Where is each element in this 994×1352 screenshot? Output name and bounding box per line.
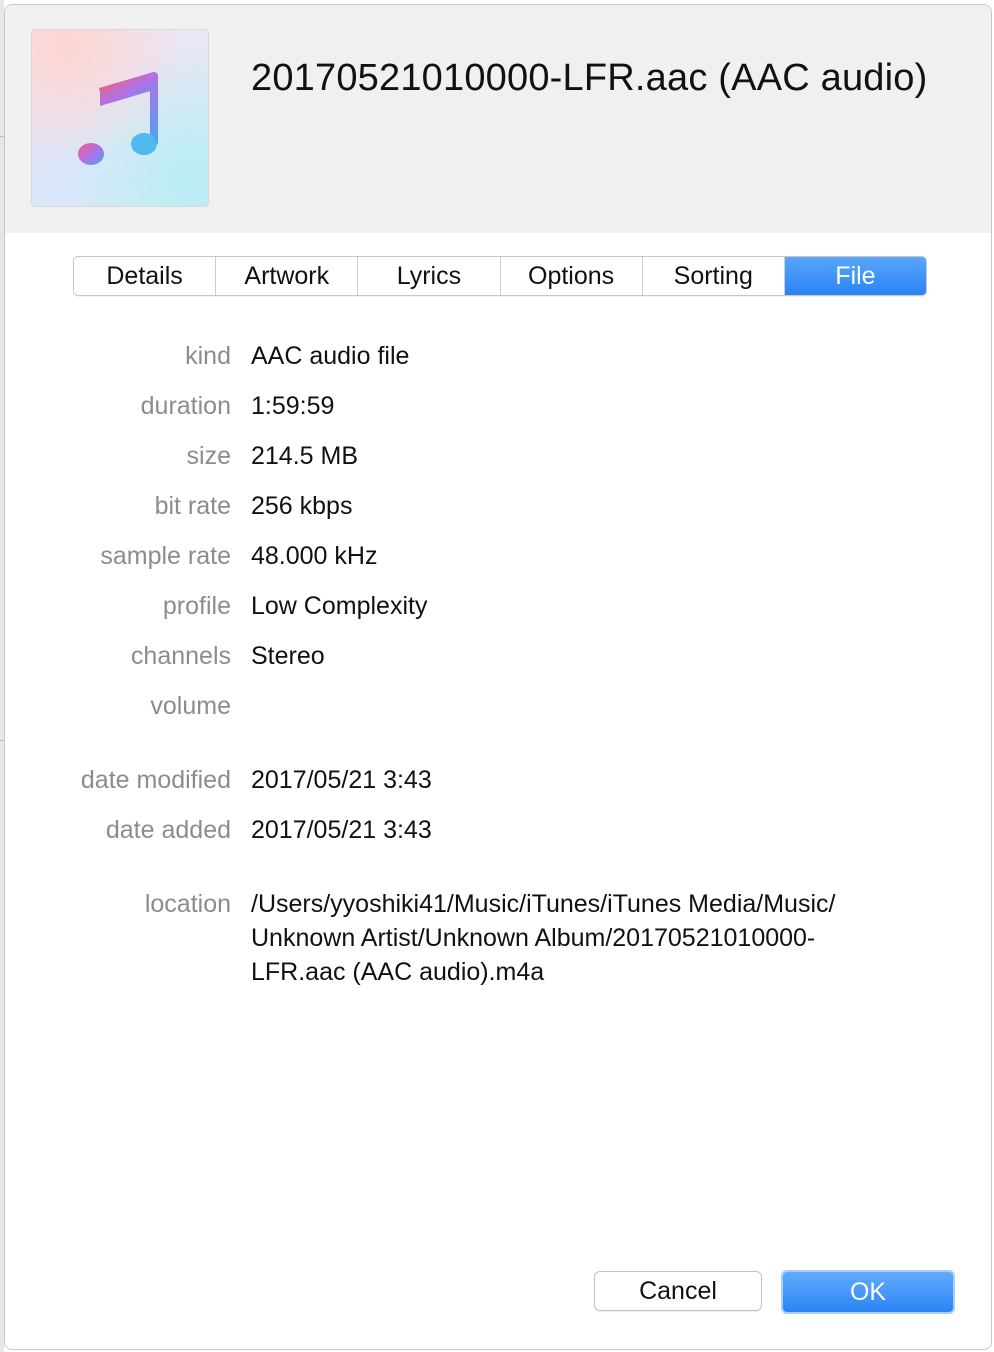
bit-rate-value: 256 kbps bbox=[251, 492, 353, 520]
duration-label: duration bbox=[140, 392, 231, 420]
album-artwork[interactable] bbox=[31, 29, 209, 207]
profile-value: Low Complexity bbox=[251, 592, 428, 620]
sample-rate-value: 48.000 kHz bbox=[251, 542, 378, 570]
kind-value: AAC audio file bbox=[251, 342, 410, 370]
profile-label: profile bbox=[162, 592, 231, 620]
tab-artwork[interactable]: Artwork bbox=[216, 257, 359, 295]
location-value[interactable]: /Users/yyoshiki41/Music/iTunes/iTunes Me… bbox=[251, 887, 911, 989]
dialog-header: 20170521010000-LFR.aac (AAC audio) bbox=[5, 5, 991, 233]
date-added-label: date added bbox=[105, 816, 231, 844]
volume-label: volume bbox=[150, 692, 231, 720]
tab-lyrics[interactable]: Lyrics bbox=[358, 257, 501, 295]
cancel-button[interactable]: Cancel bbox=[594, 1271, 762, 1311]
location-line: LFR.aac (AAC audio).m4a bbox=[251, 958, 545, 986]
location-label: location bbox=[144, 890, 231, 918]
date-modified-label: date modified bbox=[80, 766, 231, 794]
size-value: 214.5 MB bbox=[251, 442, 359, 470]
size-label: size bbox=[186, 442, 231, 470]
location-line: Unknown Artist/Unknown Album/20170521010… bbox=[251, 924, 816, 952]
info-tab-bar: Details Artwork Lyrics Options Sorting F… bbox=[73, 256, 927, 296]
get-info-dialog: 20170521010000-LFR.aac (AAC audio) Detai… bbox=[4, 4, 992, 1350]
ok-button[interactable]: OK bbox=[781, 1270, 955, 1314]
duration-value: 1:59:59 bbox=[251, 392, 335, 420]
track-title: 20170521010000-LFR.aac (AAC audio) bbox=[251, 57, 928, 99]
music-note-icon bbox=[78, 72, 158, 165]
sample-rate-label: sample rate bbox=[100, 542, 231, 570]
tab-sorting[interactable]: Sorting bbox=[643, 257, 785, 295]
location-line: /Users/yyoshiki41/Music/iTunes/iTunes Me… bbox=[251, 890, 836, 918]
channels-label: channels bbox=[130, 642, 231, 670]
tab-file[interactable]: File bbox=[784, 257, 926, 295]
tab-details[interactable]: Details bbox=[74, 257, 217, 295]
date-modified-value: 2017/05/21 3:43 bbox=[251, 766, 432, 794]
channels-value: Stereo bbox=[251, 642, 325, 670]
date-added-value: 2017/05/21 3:43 bbox=[251, 816, 432, 844]
tab-options[interactable]: Options bbox=[501, 257, 643, 295]
bit-rate-label: bit rate bbox=[154, 492, 231, 520]
kind-label: kind bbox=[185, 342, 231, 370]
